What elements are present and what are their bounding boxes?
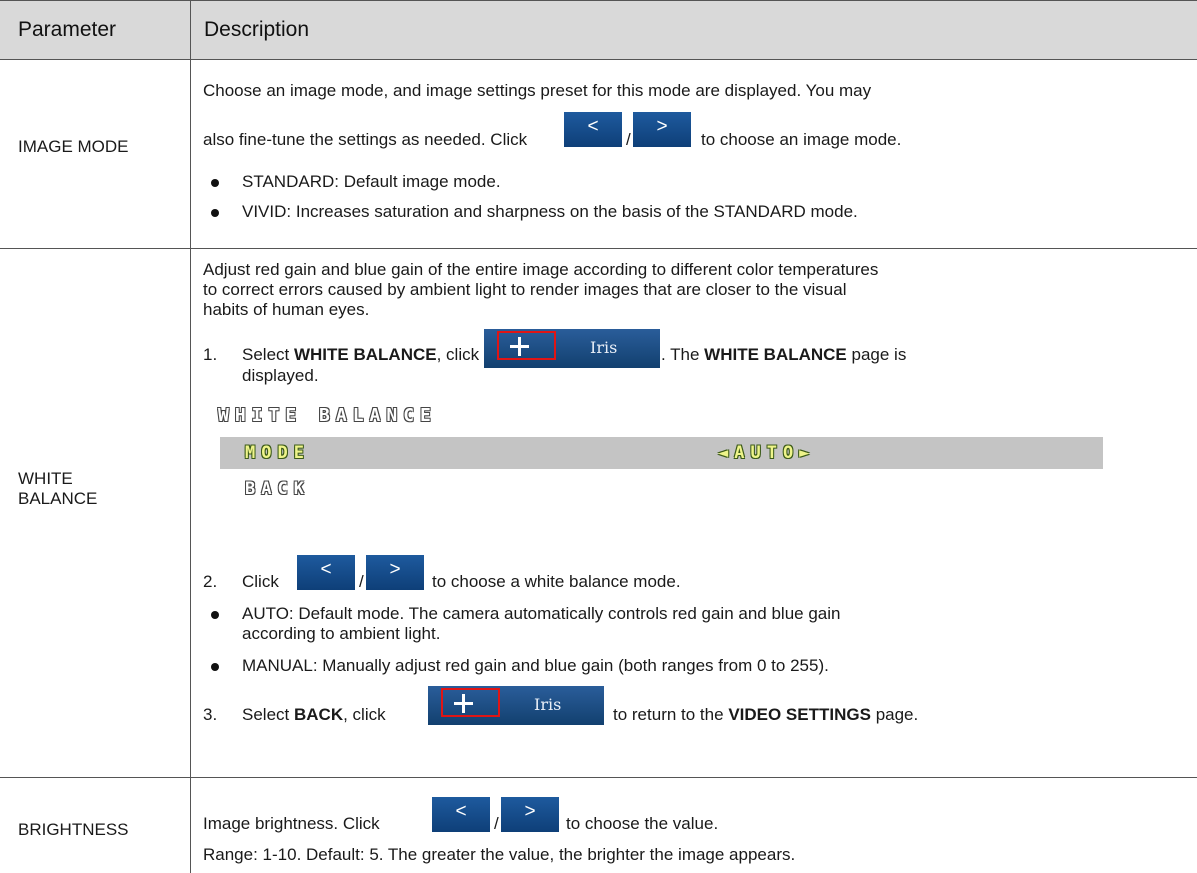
slash-separator: / [494,814,499,833]
chevron-left-icon: < [320,559,332,580]
image-mode-intro-line2-end: to choose an image mode. [701,130,902,149]
step3-number: 3. [203,705,218,724]
next-button[interactable]: > [366,555,424,590]
osd-mode-value: ◄AUTO► [718,443,816,463]
osd-highlight-bar [220,437,1103,469]
previous-button[interactable]: < [432,797,490,832]
bullet-auto-line1: AUTO: Default mode. The camera automatic… [210,604,841,623]
white-balance-intro-line2: to correct errors caused by ambient ligh… [203,280,847,299]
image-mode-intro-line1: Choose an image mode, and image settings… [203,81,872,100]
row-divider [0,777,1197,778]
brightness-label: BRIGHTNESS [18,820,129,839]
white-balance-label-line1: WHITE [18,469,73,488]
header-divider [0,59,1197,60]
table-border-top [0,0,1197,1]
step2-text-end: to choose a white balance mode. [432,572,681,591]
osd-menu-title: WHITE BALANCE [218,405,437,426]
osd-back-label: BACK [245,479,310,499]
step1-number: 1. [203,345,218,364]
iris-label: Iris [534,695,562,714]
next-button[interactable]: > [501,797,559,832]
chevron-right-icon: > [524,801,536,822]
bullet-manual: MANUAL: Manually adjust red gain and blu… [211,656,829,675]
iris-label: Iris [590,338,618,357]
white-balance-intro-line1: Adjust red gain and blue gain of the ent… [203,260,879,279]
previous-button[interactable]: < [297,555,355,590]
white-balance-label-line2: BALANCE [18,489,98,508]
step1-text-line2: displayed. [242,366,319,385]
brightness-line2: Range: 1-10. Default: 5. The greater the… [203,845,796,864]
bullet-vivid: VIVID: Increases saturation and sharpnes… [211,202,858,221]
iris-plus-button[interactable]: Iris [428,686,604,725]
next-button[interactable]: > [633,112,691,147]
column-divider [190,0,191,873]
brightness-line1-start: Image brightness. Click [203,814,380,833]
chevron-left-icon: < [587,116,599,137]
chevron-right-icon: > [389,559,401,580]
previous-button[interactable]: < [564,112,622,147]
step3-text: Select BACK, click [242,705,386,724]
bullet-auto-line2: according to ambient light. [242,624,441,643]
step2-text: Click [242,572,279,591]
white-balance-intro-line3: habits of human eyes. [203,300,370,319]
slash-separator: / [626,130,631,149]
image-mode-label: IMAGE MODE [18,137,129,156]
parameter-header: Parameter [18,18,117,41]
table-header [0,0,1197,59]
chevron-right-icon: > [656,116,668,137]
description-header: Description [204,18,310,41]
step3-text-end: to return to the VIDEO SETTINGS page. [613,705,919,724]
image-mode-intro-line2-start: also fine-tune the settings as needed. C… [203,130,528,149]
step1-text: Select WHITE BALANCE, click [242,345,480,364]
step1-text-end: . The WHITE BALANCE page is [661,345,907,364]
osd-mode-label: MODE [245,443,310,463]
row-divider [0,248,1197,249]
plus-icon [497,331,556,360]
bullet-standard: STANDARD: Default image mode. [211,172,501,191]
step2-number: 2. [203,572,218,591]
plus-icon [441,688,500,717]
iris-plus-button[interactable]: Iris [484,329,660,368]
slash-separator: / [359,572,364,591]
brightness-line1-end: to choose the value. [566,814,719,833]
chevron-left-icon: < [455,801,467,822]
